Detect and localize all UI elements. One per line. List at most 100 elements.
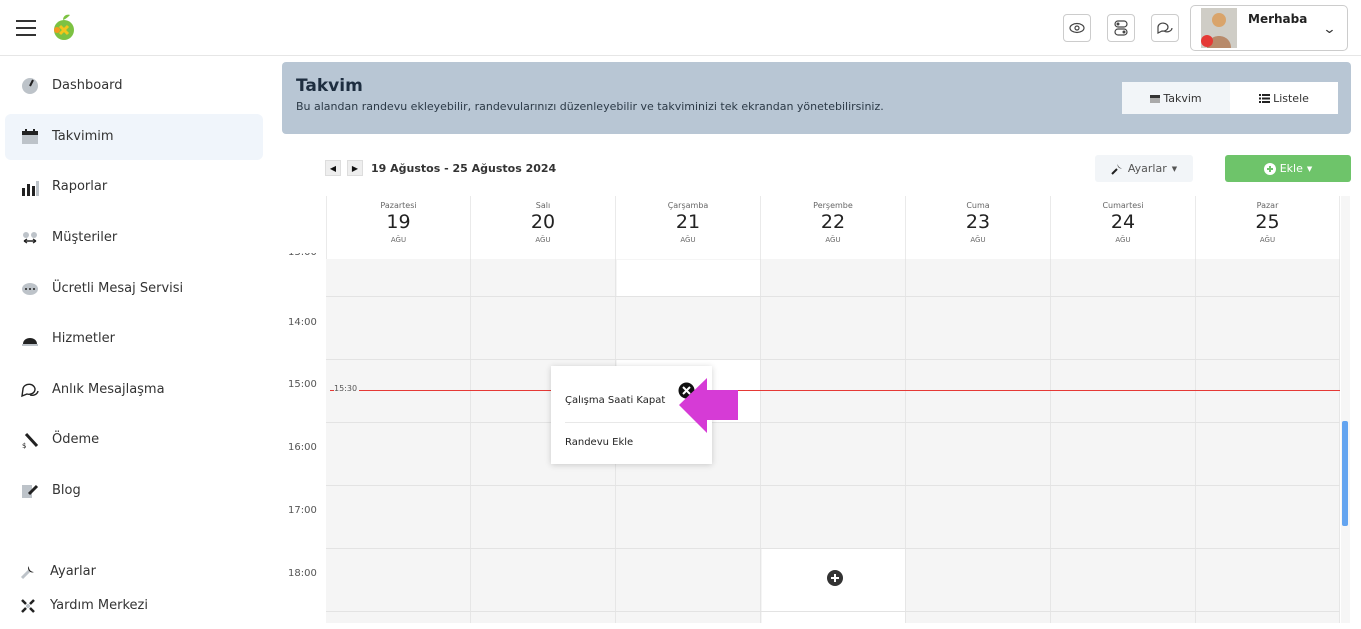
toggle-icon: [1114, 20, 1128, 36]
page-header: Takvim Bu alandan randevu ekleyebilir, r…: [282, 62, 1351, 134]
help-icon: [21, 599, 35, 613]
messages-button[interactable]: [1151, 14, 1179, 42]
date-range: 19 Ağustos - 25 Ağustos 2024: [371, 161, 557, 175]
users-icon: [23, 232, 37, 244]
sidebar: Dashboard Takvimim Raporlar Müşteriler Ü…: [0, 56, 270, 623]
list-icon: [1259, 93, 1271, 103]
day-name: Pazar: [1256, 201, 1279, 210]
day-name: Cuma: [966, 201, 990, 210]
day-month: AĞU: [535, 236, 551, 244]
tab-takvim[interactable]: Takvim: [1122, 82, 1230, 114]
sidebar-item-takvimim[interactable]: Takvimim: [5, 114, 263, 160]
add-appointment-item[interactable]: Randevu Ekle: [551, 437, 712, 448]
time-label: 16:00: [288, 442, 317, 453]
sidebar-item-blog[interactable]: Blog: [5, 468, 263, 514]
sidebar-item-musteriler[interactable]: Müşteriler: [5, 215, 263, 261]
day-name: Salı: [535, 201, 551, 210]
svg-text:$: $: [22, 442, 26, 449]
tab-label: Takvim: [1163, 91, 1202, 105]
day-column[interactable]: [326, 259, 471, 623]
day-month: AĞU: [1115, 236, 1131, 244]
day-column[interactable]: [906, 259, 1051, 623]
sidebar-item-hizmetler[interactable]: Hizmetler: [5, 316, 263, 362]
time-label: 14:00: [288, 317, 317, 328]
time-label: 17:00: [288, 505, 317, 516]
day-header[interactable]: Salı 20 AĞU: [471, 196, 616, 259]
hour-line: [326, 611, 1340, 612]
calendar-icon: [22, 129, 38, 144]
main-content: Takvim Bu alandan randevu ekleyebilir, r…: [270, 56, 1361, 623]
sidebar-item-anlik-mesajlasma[interactable]: Anlık Mesajlaşma: [5, 367, 263, 413]
day-month: AĞU: [1259, 236, 1276, 244]
sidebar-item-mesaj-servisi[interactable]: Ücretli Mesaj Servisi: [5, 266, 263, 312]
sidebar-item-label: Müşteriler: [52, 230, 118, 245]
eye-icon: [1069, 22, 1085, 34]
sidebar-item-label: Ayarlar: [50, 564, 96, 579]
sidebar-item-yardim[interactable]: Yardım Merkezi: [5, 583, 263, 629]
arrow-pointer-icon: [679, 378, 738, 433]
hour-line: [326, 485, 1340, 486]
caret-down-icon: ▼: [1306, 164, 1313, 173]
calendar-icon: [1150, 94, 1161, 103]
scrollbar-thumb[interactable]: [1342, 421, 1348, 526]
day-month: AĞU: [970, 236, 986, 244]
wrench-icon: [20, 566, 34, 580]
tab-listele[interactable]: Listele: [1230, 82, 1338, 114]
day-date: 19: [386, 211, 411, 233]
next-week-button[interactable]: ▶: [347, 160, 363, 176]
current-time-line: [330, 390, 1340, 391]
toggle-button[interactable]: [1107, 14, 1135, 42]
plus-circle-icon: [1263, 162, 1276, 175]
sidebar-item-label: Dashboard: [52, 78, 123, 93]
menu-icon[interactable]: [16, 20, 36, 36]
settings-dropdown-button[interactable]: Ayarlar ▼: [1095, 155, 1193, 182]
prev-week-button[interactable]: ◀: [325, 160, 341, 176]
day-header[interactable]: Çarşamba 21 AĞU: [616, 196, 761, 259]
day-date: 22: [820, 211, 846, 233]
settings-label: Ayarlar: [1127, 162, 1167, 175]
payment-icon: $: [22, 432, 39, 449]
calendar-grid: Pazartesi 19 AĞU Salı 20 AĞU Çarşamba 21…: [270, 196, 1361, 623]
sidebar-item-label: Takvimim: [52, 129, 114, 144]
top-bar: Merhaba ⌄: [0, 0, 1361, 56]
sidebar-item-dashboard[interactable]: Dashboard: [5, 63, 263, 109]
day-header[interactable]: Perşembe 22 AĞU: [761, 196, 906, 259]
menu-item-label: Çalışma Saati Kapat: [565, 395, 666, 406]
preview-button[interactable]: [1063, 14, 1091, 42]
chat-bubbles-icon: [21, 383, 39, 398]
add-dropdown-button[interactable]: Ekle ▼: [1225, 155, 1351, 182]
day-header[interactable]: Cumartesi 24 AĞU: [1051, 196, 1196, 259]
chevron-down-icon[interactable]: ⌄: [1322, 22, 1336, 37]
caret-down-icon: ▼: [1171, 164, 1178, 173]
day-name: Pazartesi: [380, 201, 417, 210]
day-month: AĞU: [825, 236, 841, 244]
day-column[interactable]: [1051, 259, 1196, 623]
tab-label: Listele: [1273, 91, 1309, 105]
sidebar-item-odeme[interactable]: $ Ödeme: [5, 417, 263, 463]
page-title: Takvim: [296, 76, 363, 96]
sidebar-item-label: Anlık Mesajlaşma: [52, 382, 165, 397]
day-header[interactable]: Pazar 25 AĞU: [1196, 196, 1340, 259]
day-header[interactable]: Pazartesi 19 AĞU: [326, 196, 471, 259]
bar-chart-icon: [22, 181, 39, 196]
sidebar-item-label: Yardım Merkezi: [50, 598, 148, 613]
day-column[interactable]: [1196, 259, 1340, 623]
day-month: AĞU: [680, 236, 696, 244]
sidebar-item-raporlar[interactable]: Raporlar: [5, 164, 263, 210]
user-menu[interactable]: Merhaba ⌄: [1190, 5, 1348, 51]
week-navigation: ◀ ▶ 19 Ağustos - 25 Ağustos 2024: [325, 158, 556, 178]
sidebar-item-label: Raporlar: [52, 179, 108, 194]
add-slot-plus-icon[interactable]: [826, 569, 844, 587]
day-header[interactable]: Cuma 23 AĞU: [906, 196, 1051, 259]
day-date: 24: [1110, 211, 1136, 233]
hour-line: [326, 548, 1340, 549]
logo-icon[interactable]: [50, 12, 78, 42]
vertical-scrollbar[interactable]: [1341, 196, 1350, 623]
message-icon: [22, 283, 38, 295]
hour-line: [326, 296, 1340, 297]
day-name: Perşembe: [813, 201, 853, 210]
hour-line: [326, 359, 1340, 360]
hour-line: [326, 422, 1340, 423]
available-slot[interactable]: [617, 260, 760, 296]
avatar: [1201, 8, 1237, 48]
